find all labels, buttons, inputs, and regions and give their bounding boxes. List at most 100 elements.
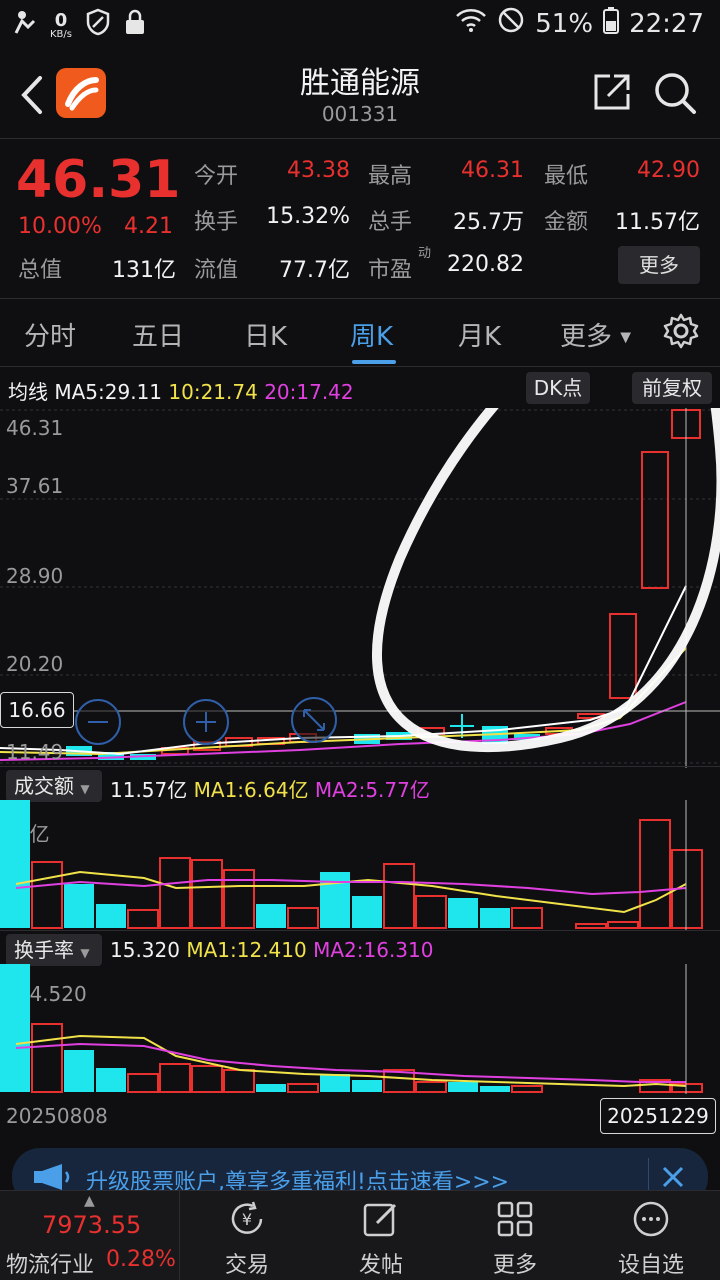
high-value: 46.31 bbox=[461, 158, 524, 183]
caret-down-icon: ▼ bbox=[80, 946, 90, 960]
header: 胜通能源 001331 bbox=[0, 48, 720, 138]
volume-bar bbox=[256, 904, 286, 928]
open-label: 今开 bbox=[194, 164, 239, 189]
volume-ma2: MA2:5.77亿 bbox=[314, 778, 430, 802]
y-axis-label: 37.61 bbox=[6, 474, 64, 498]
turnover-bar bbox=[127, 1073, 159, 1093]
float-value-label: 流值 bbox=[194, 258, 239, 283]
kline-chart[interactable] bbox=[0, 408, 720, 768]
turnover-ma1: MA1:12.410 bbox=[186, 938, 307, 962]
date-axis-start: 20250808 bbox=[6, 1104, 108, 1128]
y-axis-label: 28.90 bbox=[6, 564, 64, 588]
volume-bar bbox=[383, 863, 415, 929]
volume-indicator-label: 成交额 bbox=[14, 774, 74, 798]
pe-value: 220.82 bbox=[447, 252, 524, 277]
turnover-label: 换手 bbox=[194, 210, 239, 235]
app-logo bbox=[56, 68, 106, 118]
sector-index-widget[interactable]: ▲ 7973.55 物流行业 0.28% bbox=[0, 1191, 180, 1280]
tab-daily-k[interactable]: 日K bbox=[244, 316, 287, 353]
adjust-mode-button[interactable]: 前复权 bbox=[632, 372, 712, 404]
do-not-disturb-icon bbox=[497, 6, 525, 41]
search-button[interactable] bbox=[652, 70, 698, 116]
dk-point-button[interactable]: DK点 bbox=[526, 372, 590, 404]
ma5-value: MA5:29.11 bbox=[54, 380, 163, 404]
search-icon bbox=[655, 73, 696, 114]
crosshair-value-label: 16.66 bbox=[0, 692, 74, 728]
change-percent: 10.00% bbox=[18, 214, 102, 239]
volume-bar bbox=[287, 907, 319, 929]
tab-monthly-k[interactable]: 月K bbox=[458, 316, 501, 353]
quote-panel: 46.31 10.00% 4.21 总值 131亿 今开 43.38 最高 46… bbox=[0, 140, 720, 298]
volume-bar bbox=[0, 800, 30, 928]
turnover-bar bbox=[320, 1074, 350, 1092]
volume-value: 25.7万 bbox=[453, 210, 524, 235]
y-axis-label: 46.31 bbox=[6, 416, 64, 440]
tab-weekly-k[interactable]: 周K bbox=[350, 316, 393, 353]
nav-trade[interactable]: ¥ 交易 bbox=[180, 1191, 314, 1280]
ma10-value: 10:21.74 bbox=[168, 380, 258, 404]
nav-add-watchlist[interactable]: 设自选 bbox=[584, 1191, 718, 1280]
turnover-bar bbox=[511, 1085, 543, 1093]
nav-more-label: 更多 bbox=[492, 1253, 537, 1278]
open-value: 43.38 bbox=[287, 158, 350, 183]
back-button[interactable] bbox=[14, 70, 50, 120]
turnover-indicator-select[interactable]: 换手率 ▼ bbox=[6, 934, 102, 966]
svg-text:¥: ¥ bbox=[242, 1210, 252, 1229]
more-quote-button[interactable]: 更多 bbox=[618, 246, 700, 284]
turnover-bar bbox=[256, 1084, 286, 1092]
nav-post[interactable]: 发帖 bbox=[314, 1191, 448, 1280]
zoom-out-button[interactable] bbox=[75, 699, 121, 745]
turnover-value: 15.32% bbox=[266, 204, 350, 229]
fullscreen-button[interactable] bbox=[291, 697, 337, 743]
turnover-bar bbox=[287, 1083, 319, 1093]
trade-icon: ¥ bbox=[231, 1201, 263, 1234]
nav-post-label: 发帖 bbox=[358, 1253, 403, 1278]
ma-legend: 均线 MA5:29.11 10:21.74 20:17.42 bbox=[8, 376, 354, 405]
nav-add-watchlist-label: 设自选 bbox=[617, 1253, 684, 1278]
caret-down-icon: ▼ bbox=[620, 329, 632, 346]
volume-bar bbox=[639, 819, 671, 929]
volume-bar bbox=[352, 896, 382, 928]
divider bbox=[0, 930, 720, 931]
volume-bar bbox=[448, 898, 478, 928]
chart-settings-button[interactable] bbox=[662, 312, 700, 354]
share-button[interactable] bbox=[590, 70, 634, 114]
volume-ma1: MA1:6.64亿 bbox=[193, 778, 309, 802]
bottom-nav: ▲ 7973.55 物流行业 0.28% ¥ 交易 发帖 更多 设自选 bbox=[0, 1190, 720, 1280]
banner-close-button[interactable] bbox=[656, 1160, 690, 1194]
tab-intraday[interactable]: 分时 bbox=[24, 316, 76, 353]
nav-more[interactable]: 更多 bbox=[448, 1191, 582, 1280]
volume-bar bbox=[31, 861, 63, 929]
volume-bar bbox=[511, 907, 543, 929]
amount-label: 金额 bbox=[544, 210, 589, 235]
tab-more-label: 更多 bbox=[560, 322, 613, 352]
edit-icon bbox=[363, 1203, 397, 1237]
period-tabs: 分时 五日 日K 周K 月K 更多 ▼ bbox=[0, 298, 720, 366]
index-value: 7973.55 bbox=[42, 1211, 142, 1239]
caret-up-icon: ▲ bbox=[84, 1193, 95, 1209]
volume-bar bbox=[223, 869, 255, 929]
turnover-bar bbox=[448, 1082, 478, 1092]
date-axis-end: 20251229 bbox=[600, 1098, 716, 1134]
current-price: 46.31 bbox=[16, 150, 181, 210]
wifi-icon bbox=[455, 7, 487, 40]
volume-bar bbox=[607, 921, 639, 929]
volume-indicator-select[interactable]: 成交额 ▼ bbox=[6, 770, 102, 802]
more-dots-icon bbox=[633, 1201, 669, 1237]
turnover-bar bbox=[31, 1023, 63, 1093]
y-axis-label: 11.49 bbox=[6, 740, 64, 764]
gear-icon bbox=[663, 313, 699, 349]
volume-ma2-line bbox=[15, 879, 687, 896]
candle bbox=[609, 613, 637, 699]
turnover-bar bbox=[223, 1069, 255, 1093]
status-bar: 0 KB/s 51% 22:27 bbox=[0, 0, 720, 48]
clock: 22:27 bbox=[629, 8, 704, 39]
turnover-bar bbox=[191, 1065, 223, 1093]
zoom-in-button[interactable] bbox=[183, 699, 229, 745]
volume-legend: 11.57亿 MA1:6.64亿 MA2:5.77亿 bbox=[110, 774, 430, 803]
tab-more[interactable]: 更多 ▼ bbox=[560, 316, 631, 353]
turnover-bar bbox=[352, 1080, 382, 1092]
shield-icon bbox=[86, 8, 110, 43]
close-icon bbox=[662, 1166, 684, 1188]
tab-five-day[interactable]: 五日 bbox=[132, 316, 184, 353]
